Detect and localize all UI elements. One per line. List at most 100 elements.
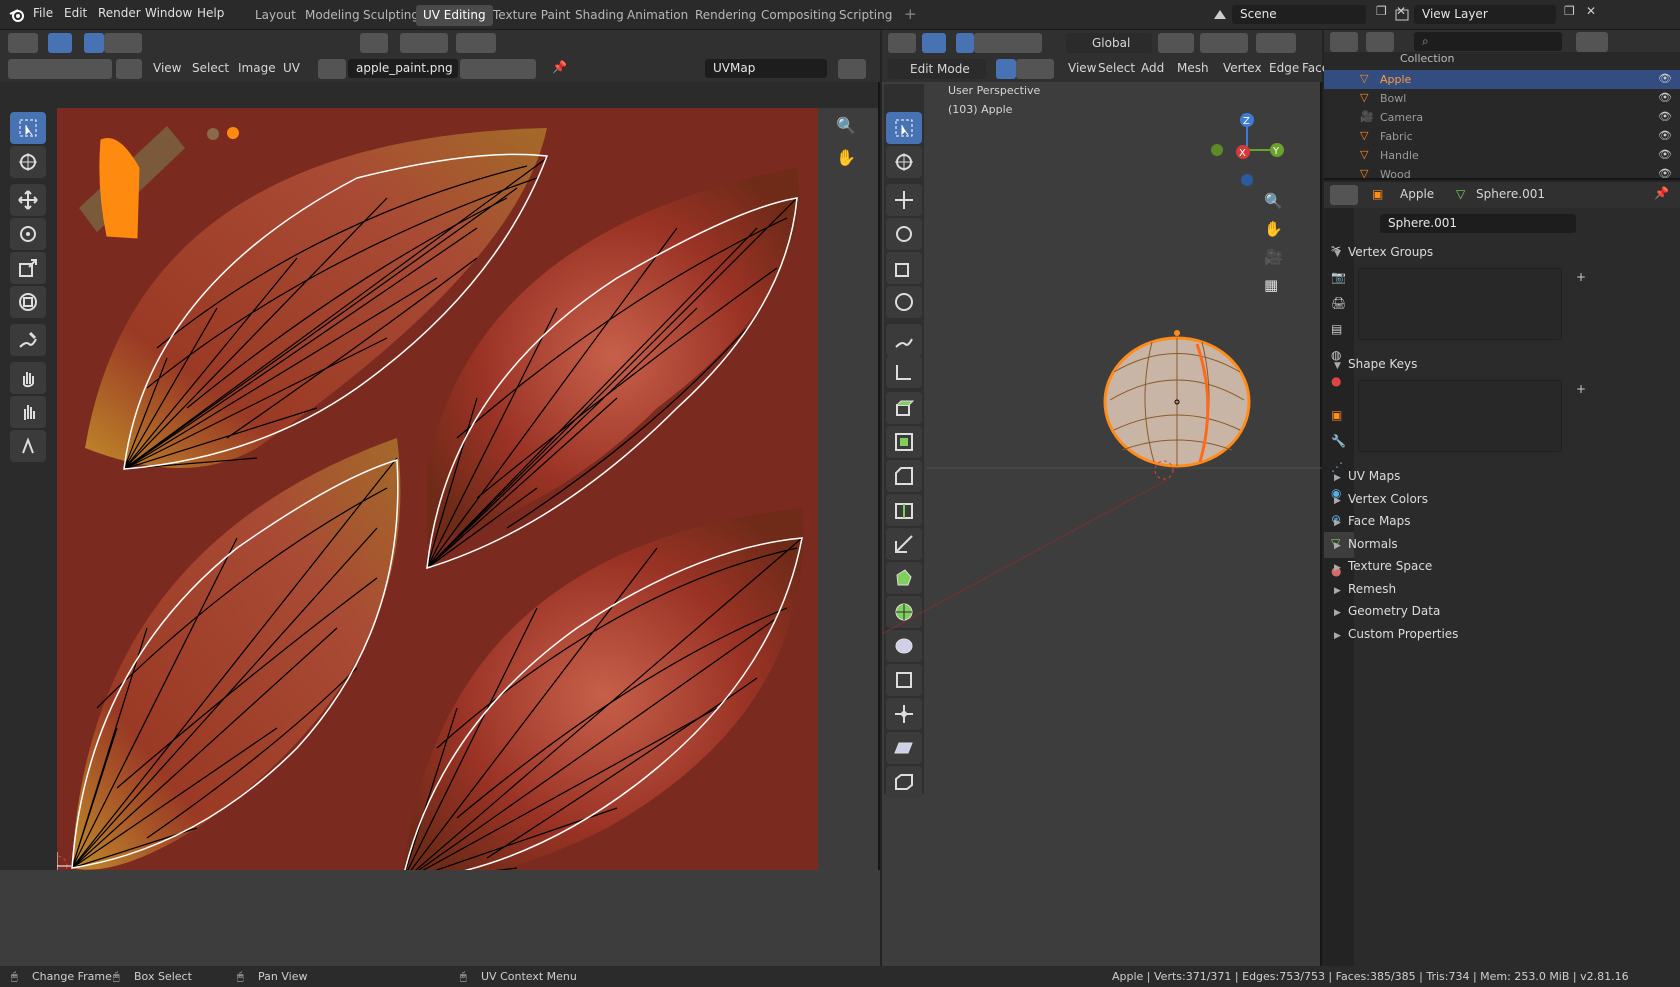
tool-relax[interactable] — [10, 396, 46, 428]
tool-move[interactable] — [10, 184, 46, 216]
editor-type-button[interactable] — [8, 33, 38, 53]
mouse-middle-icon: 🖱 — [237, 970, 244, 983]
visibility-eye-icon[interactable]: 👁 — [1658, 129, 1672, 142]
pin-icon[interactable]: 📌 — [552, 60, 567, 74]
uv-menu-select[interactable]: Select — [192, 61, 229, 75]
snap-button[interactable] — [400, 33, 448, 53]
apple-mesh[interactable] — [1103, 330, 1251, 480]
uv-menu-uv[interactable]: UV — [283, 61, 300, 75]
uv-menu-image[interactable]: Image — [238, 61, 276, 75]
view-layer-field[interactable]: View Layer — [1414, 5, 1556, 24]
outliner-editor-type-button[interactable] — [1330, 32, 1358, 52]
pan-hand-icon[interactable]: ✋ — [836, 148, 856, 167]
outliner-search-icon: ⌕ — [1422, 34, 1429, 48]
collection-label[interactable]: Collection — [1400, 52, 1454, 65]
add-item-icon[interactable]: + — [1576, 270, 1586, 284]
tool-grab[interactable] — [10, 362, 46, 394]
menu-render[interactable]: Render — [98, 6, 141, 20]
outliner-row-apple[interactable]: ▽ Apple 👁 — [1324, 70, 1680, 89]
panel-custom-properties[interactable]: ▶ Custom Properties — [1334, 622, 1594, 646]
breadcrumb-object[interactable]: Apple — [1400, 187, 1434, 201]
menu-window[interactable]: Window — [145, 6, 192, 20]
tool-rotate[interactable] — [10, 218, 46, 250]
tab-output-icon[interactable]: 🖨 — [1331, 296, 1346, 310]
select-mode-new-button[interactable] — [84, 33, 104, 53]
workspace-tab-uv-editing[interactable]: UV Editing — [416, 5, 493, 26]
image-browse-button[interactable] — [318, 59, 346, 79]
visibility-eye-icon[interactable]: 👁 — [1658, 72, 1672, 85]
tab-modifiers-icon[interactable]: 🔧 — [1331, 434, 1346, 448]
sticky-mode-button[interactable] — [116, 59, 142, 79]
visibility-eye-icon[interactable]: 👁 — [1658, 167, 1672, 180]
panel-vertex-colors[interactable]: ▶ Vertex Colors — [1334, 487, 1594, 511]
visibility-eye-icon[interactable]: 👁 — [1658, 110, 1672, 123]
outliner-row-camera[interactable]: 🎥 Camera 👁 — [1324, 108, 1680, 127]
menu-edit[interactable]: Edit — [64, 6, 87, 20]
outliner-row-handle[interactable]: ▽ Handle 👁 — [1324, 146, 1680, 165]
breadcrumb-mesh[interactable]: Sphere.001 — [1476, 187, 1545, 201]
select-tool-button[interactable] — [48, 33, 72, 53]
outliner-filter-button[interactable] — [1576, 32, 1608, 52]
menu-file[interactable]: File — [33, 6, 53, 20]
image-name-field[interactable]: apple_paint.png — [348, 59, 458, 78]
menu-help[interactable]: Help — [197, 6, 224, 20]
workspace-tab-layout[interactable]: Layout — [248, 5, 303, 26]
new-view-layer-icon[interactable]: ❐ — [1564, 4, 1575, 18]
uv-menu-view[interactable]: View — [153, 61, 181, 75]
panel-normals[interactable]: ▶ Normals — [1334, 532, 1594, 556]
workspace-tab-scripting[interactable]: Scripting — [832, 5, 899, 26]
outliner-display-mode-button[interactable] — [1366, 32, 1394, 52]
display-channels-button[interactable] — [838, 59, 866, 79]
tool-annotate[interactable] — [10, 324, 46, 356]
scene-icon[interactable] — [1212, 7, 1228, 23]
panel-shape-keys[interactable]: ▼ Shape Keys — [1334, 352, 1594, 376]
outliner-row-bowl[interactable]: ▽ Bowl 👁 — [1324, 89, 1680, 108]
panel-face-maps[interactable]: ▶ Face Maps — [1334, 509, 1594, 533]
scene-field[interactable]: Scene — [1232, 5, 1366, 24]
tab-render-icon[interactable]: 📷 — [1331, 270, 1346, 284]
visibility-eye-icon[interactable]: 👁 — [1658, 148, 1672, 161]
select-mode-extend-button[interactable] — [104, 33, 142, 53]
workspace-tab-animation[interactable]: Animation — [620, 5, 695, 26]
proportional-button[interactable] — [456, 33, 496, 53]
tool-scale[interactable] — [10, 252, 46, 284]
panel-vertex-groups[interactable]: ▼ Vertex Groups — [1334, 240, 1594, 264]
new-scene-icon[interactable]: ❐ — [1376, 4, 1387, 18]
outliner-search-input[interactable]: ⌕ — [1414, 32, 1562, 51]
image-actions-buttons[interactable] — [460, 59, 536, 79]
visibility-eye-icon[interactable]: 👁 — [1658, 91, 1672, 104]
tab-view-layer-icon[interactable]: ▤ — [1331, 322, 1342, 336]
uv-map-field[interactable]: UVMap — [705, 59, 827, 78]
tool-cursor[interactable] — [10, 146, 46, 178]
panel-list-box[interactable] — [1358, 380, 1562, 452]
mouse-drag-icon: 🖱 — [113, 970, 120, 983]
pin-properties-icon[interactable]: 📌 — [1654, 186, 1669, 200]
panel-geometry-data[interactable]: ▶ Geometry Data — [1334, 599, 1594, 623]
pivot-button[interactable] — [360, 33, 388, 53]
panel-list-box[interactable] — [1358, 268, 1562, 340]
workspace-tab-compositing[interactable]: Compositing — [754, 5, 843, 26]
mesh-data-field[interactable]: Sphere.001 — [1380, 214, 1576, 233]
workspace-tab-rendering[interactable]: Rendering — [688, 5, 763, 26]
tool-transform[interactable] — [10, 286, 46, 318]
panel-texture-space[interactable]: ▶ Texture Space — [1334, 554, 1594, 578]
add-item-icon[interactable]: + — [1576, 382, 1586, 396]
tab-object-icon[interactable]: ▣ — [1331, 408, 1342, 422]
properties-editor-type-button[interactable] — [1330, 185, 1358, 205]
workspace-tab-texture-paint[interactable]: Texture Paint — [486, 5, 577, 26]
blender-logo-icon[interactable] — [8, 6, 26, 24]
panel-remesh[interactable]: ▶ Remesh — [1334, 577, 1594, 601]
delete-scene-icon[interactable]: ✕ — [1396, 4, 1406, 18]
properties-editor: ▣ Apple ▽ Sphere.001 📌 ✂ 📷 🖨 ▤ ◍ ● ▣ 🔧 ⋰… — [1324, 182, 1680, 966]
uv-sync-buttons[interactable] — [8, 59, 112, 79]
tool-pinch[interactable] — [10, 430, 46, 462]
outliner-row-fabric[interactable]: ▽ Fabric 👁 — [1324, 127, 1680, 146]
uv-image-canvas[interactable] — [57, 108, 818, 870]
panel-uv-maps[interactable]: ▶ UV Maps — [1334, 464, 1594, 488]
add-workspace-icon[interactable]: + — [904, 5, 917, 23]
panel-expanded-icon: ▼ — [1334, 361, 1341, 371]
zoom-icon[interactable]: 🔍 — [836, 116, 856, 135]
panel-collapsed-icon: ▶ — [1334, 630, 1341, 641]
delete-view-layer-icon[interactable]: ✕ — [1586, 4, 1596, 18]
tool-select-box[interactable] — [10, 112, 46, 144]
